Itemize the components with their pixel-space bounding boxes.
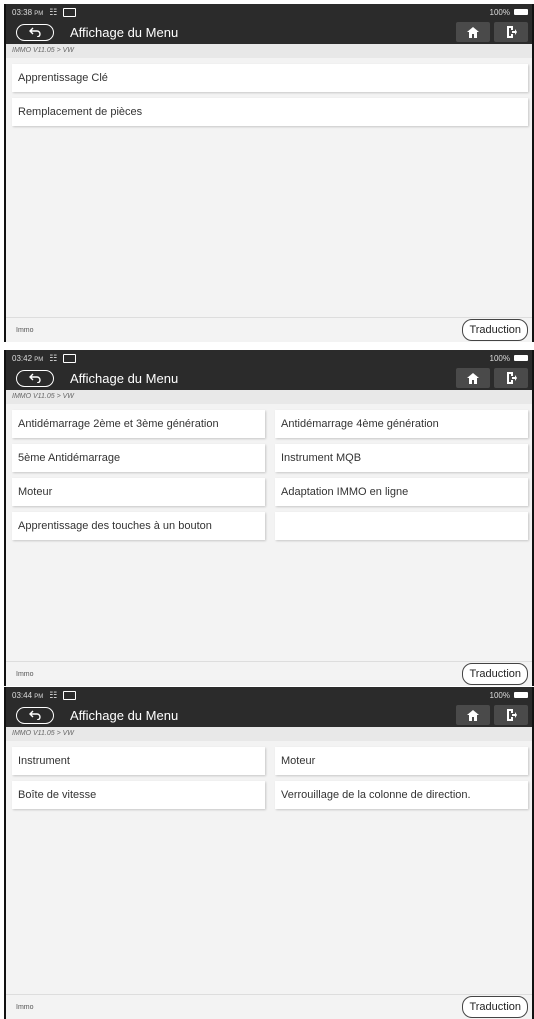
screen-3: 03:44 PM ☷ 100% Affichage du Menu IMMO V… — [4, 687, 534, 1019]
menu-item[interactable]: Instrument MQB — [275, 444, 528, 472]
exit-button[interactable] — [494, 368, 528, 388]
translate-button[interactable]: Traduction — [462, 663, 528, 685]
title-bar: Affichage du Menu — [6, 20, 532, 44]
menu-item[interactable]: Verrouillage de la colonne de direction. — [275, 781, 528, 809]
sd-card-icon — [63, 353, 77, 363]
footer-label: Immo — [16, 326, 34, 334]
footer-label: Immo — [16, 670, 34, 678]
status-time: 03:42 — [12, 353, 33, 363]
back-arrow-icon — [29, 373, 41, 383]
wifi-icon: ☷ — [49, 352, 58, 363]
menu-item[interactable]: Antidémarrage 2ème et 3ème génération — [12, 410, 265, 438]
home-button[interactable] — [456, 705, 490, 725]
menu-item[interactable]: Apprentissage Clé — [12, 64, 528, 92]
status-bar: 03:44 PM ☷ 100% — [6, 687, 532, 703]
menu-list: Apprentissage Clé Remplacement de pièces — [6, 58, 532, 317]
footer: Immo Traduction — [6, 994, 532, 1019]
battery-icon — [514, 355, 528, 361]
back-button[interactable] — [16, 706, 54, 724]
status-time: 03:38 — [12, 7, 33, 17]
page-title: Affichage du Menu — [70, 24, 179, 40]
home-button[interactable] — [456, 22, 490, 42]
menu-grid: Instrument Moteur Boîte de vitesse Verro… — [6, 741, 532, 994]
title-bar: Affichage du Menu — [6, 703, 532, 727]
footer-label: Immo — [16, 1003, 34, 1011]
top-bar: 03:38 PM ☷ 100% Affichage du Menu — [6, 4, 532, 44]
exit-icon — [506, 26, 517, 38]
page-title: Affichage du Menu — [70, 370, 179, 386]
screen-2: 03:42 PM ☷ 100% Affichage du Menu IMMO V… — [4, 350, 534, 686]
back-button[interactable] — [16, 23, 54, 41]
exit-icon — [506, 709, 517, 721]
breadcrumb: IMMO V11.05 > VW — [6, 44, 532, 58]
page-title: Affichage du Menu — [70, 707, 179, 723]
translate-button[interactable]: Traduction — [462, 319, 528, 341]
battery-icon — [514, 692, 528, 698]
menu-item[interactable]: Boîte de vitesse — [12, 781, 265, 809]
back-arrow-icon — [29, 27, 41, 37]
home-icon — [467, 709, 479, 721]
menu-item[interactable]: Instrument — [12, 747, 265, 775]
battery-level: 100% — [489, 7, 510, 17]
title-bar: Affichage du Menu — [6, 366, 532, 390]
menu-item[interactable]: Remplacement de pièces — [12, 98, 528, 126]
status-time: 03:44 — [12, 690, 33, 700]
exit-button[interactable] — [494, 22, 528, 42]
menu-item[interactable]: Moteur — [12, 478, 265, 506]
breadcrumb: IMMO V11.05 > VW — [6, 727, 532, 741]
wifi-icon: ☷ — [49, 689, 58, 700]
menu-item[interactable]: Antidémarrage 4ème génération — [275, 410, 528, 438]
menu-item[interactable]: 5ème Antidémarrage — [12, 444, 265, 472]
menu-item-empty — [275, 512, 528, 540]
status-ampm: PM — [34, 10, 44, 17]
battery-level: 100% — [489, 353, 510, 363]
battery-icon — [514, 9, 528, 15]
exit-icon — [506, 372, 517, 384]
battery-level: 100% — [489, 690, 510, 700]
top-bar: 03:42 PM ☷ 100% Affichage du Menu — [6, 350, 532, 390]
exit-button[interactable] — [494, 705, 528, 725]
status-bar: 03:38 PM ☷ 100% — [6, 4, 532, 20]
sd-card-icon — [63, 7, 77, 17]
menu-item[interactable]: Apprentissage des touches à un bouton — [12, 512, 265, 540]
back-arrow-icon — [29, 710, 41, 720]
status-bar: 03:42 PM ☷ 100% — [6, 350, 532, 366]
top-bar: 03:44 PM ☷ 100% Affichage du Menu — [6, 687, 532, 727]
back-button[interactable] — [16, 369, 54, 387]
footer: Immo Traduction — [6, 317, 532, 342]
menu-item[interactable]: Moteur — [275, 747, 528, 775]
home-button[interactable] — [456, 368, 490, 388]
sd-card-icon — [63, 690, 77, 700]
home-icon — [467, 372, 479, 384]
status-ampm: PM — [34, 693, 44, 700]
footer: Immo Traduction — [6, 661, 532, 686]
screen-1: 03:38 PM ☷ 100% Affichage du Menu IMMO V… — [4, 4, 534, 342]
wifi-icon: ☷ — [49, 6, 58, 17]
home-icon — [467, 26, 479, 38]
menu-grid: Antidémarrage 2ème et 3ème génération An… — [6, 404, 532, 661]
breadcrumb: IMMO V11.05 > VW — [6, 390, 532, 404]
menu-item[interactable]: Adaptation IMMO en ligne — [275, 478, 528, 506]
status-ampm: PM — [34, 356, 44, 363]
translate-button[interactable]: Traduction — [462, 996, 528, 1018]
